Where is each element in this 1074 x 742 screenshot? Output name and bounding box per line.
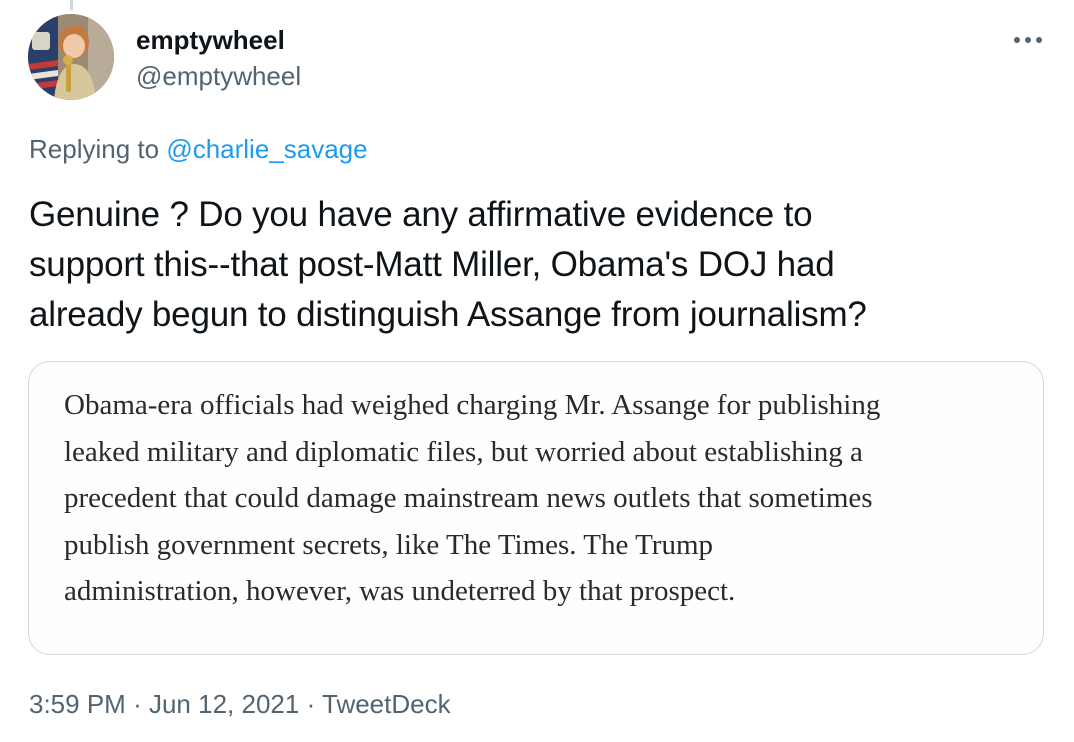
more-horizontal-icon xyxy=(1014,37,1042,43)
replying-to-line: Replying to @charlie_savage xyxy=(29,133,368,165)
more-options-button[interactable] xyxy=(1010,26,1046,54)
avatar[interactable] xyxy=(28,14,114,100)
tweet-text-line: support this--that post-Matt Miller, Oba… xyxy=(29,245,835,284)
tweet-text-line: already begun to distinguish Assange fro… xyxy=(29,295,867,334)
tweet-date[interactable]: Jun 12, 2021 xyxy=(149,689,299,719)
tweet-metadata: 3:59 PM · Jun 12, 2021 · TweetDeck xyxy=(29,688,451,720)
author-handle[interactable]: @emptywheel xyxy=(136,60,301,92)
tweet-time[interactable]: 3:59 PM xyxy=(29,689,126,719)
separator-dot: · xyxy=(306,689,316,719)
excerpt-line: precedent that could damage mainstream n… xyxy=(64,482,873,514)
excerpt-line: publish government secrets, like The Tim… xyxy=(64,528,714,561)
attached-image-card[interactable]: Obama-era officials had weighed charging… xyxy=(28,361,1044,655)
separator-dot: · xyxy=(133,689,142,719)
excerpt-line: administration, however, was undeterred … xyxy=(64,575,736,607)
tweet-source[interactable]: TweetDeck xyxy=(322,689,451,719)
tweet-text-line: Genuine ? Do you have any affirmative ev… xyxy=(29,195,813,234)
quoted-article-excerpt: Obama-era officials had weighed charging… xyxy=(64,382,1043,615)
reply-mention-link[interactable]: @charlie_savage xyxy=(166,134,367,164)
replying-to-label: Replying to xyxy=(29,134,160,164)
excerpt-line: Obama-era officials had weighed charging… xyxy=(64,389,881,421)
thread-connector-line xyxy=(70,0,73,10)
tweet-text: Genuine ? Do you have any affirmative ev… xyxy=(29,190,1039,340)
avatar-image xyxy=(28,14,114,100)
excerpt-line: leaked military and diplomatic files, bu… xyxy=(64,435,863,468)
author-display-name[interactable]: emptywheel xyxy=(136,24,285,56)
